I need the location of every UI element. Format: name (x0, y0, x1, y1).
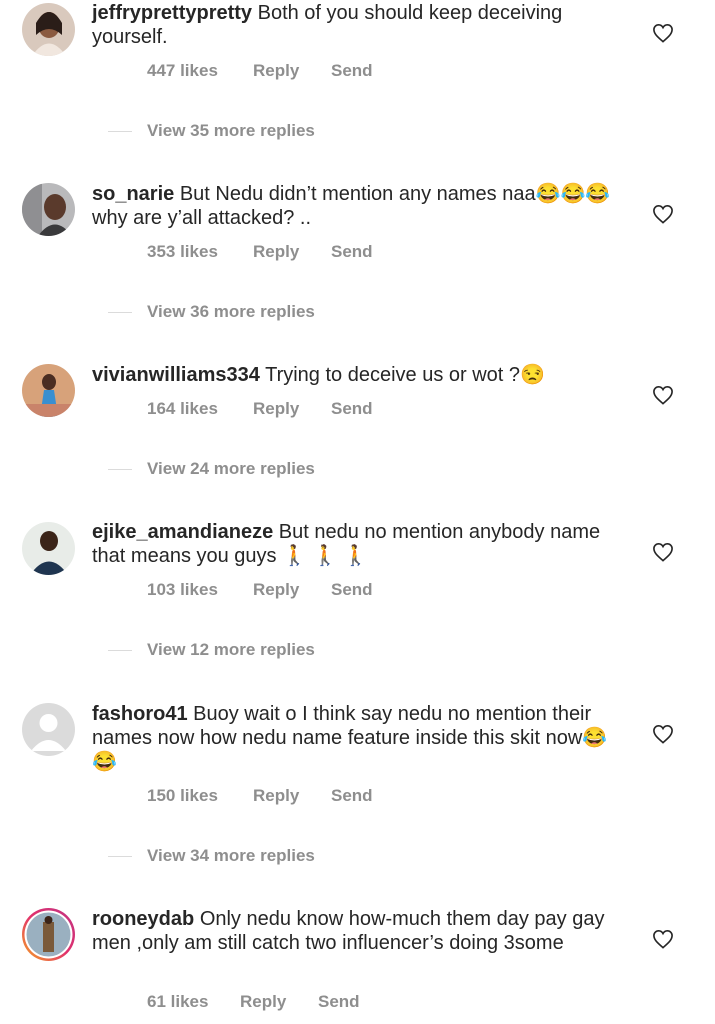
view-more-replies[interactable]: View 36 more replies (108, 302, 315, 322)
avatar[interactable] (22, 3, 75, 56)
heart-icon[interactable] (652, 204, 674, 224)
comment-username[interactable]: rooneydab (92, 908, 194, 930)
heart-icon[interactable] (652, 23, 674, 43)
heart-icon[interactable] (652, 724, 674, 744)
comment-text: jeffryprettypretty Both of you should ke… (92, 1, 632, 49)
comment-text: ejike_amandianeze But nedu no mention an… (92, 520, 632, 568)
view-replies-label[interactable]: View 36 more replies (147, 302, 315, 322)
heart-icon[interactable] (652, 929, 674, 949)
like-count[interactable]: 164 likes (147, 399, 218, 419)
view-replies-label[interactable]: View 24 more replies (147, 459, 315, 479)
send-button[interactable]: Send (331, 786, 373, 806)
replies-divider (108, 311, 132, 313)
view-more-replies[interactable]: View 35 more replies (108, 121, 315, 141)
comment-username[interactable]: ejike_amandianeze (92, 521, 273, 543)
view-more-replies[interactable]: View 12 more replies (108, 640, 315, 660)
avatar[interactable] (22, 522, 75, 575)
heart-icon[interactable] (652, 542, 674, 562)
comment-text: fashoro41 Buoy wait o I think say nedu n… (92, 702, 632, 774)
comment-text: rooneydab Only nedu know how-much them d… (92, 907, 632, 955)
replies-divider (108, 855, 132, 857)
reply-button[interactable]: Reply (240, 992, 286, 1012)
replies-divider (108, 649, 132, 651)
avatar[interactable] (22, 364, 75, 417)
reply-button[interactable]: Reply (253, 786, 299, 806)
like-count[interactable]: 447 likes (147, 61, 218, 81)
like-count[interactable]: 61 likes (147, 992, 208, 1012)
comment-text: so_narie But Nedu didn’t mention any nam… (92, 182, 632, 230)
view-replies-label[interactable]: View 35 more replies (147, 121, 315, 141)
replies-divider (108, 130, 132, 132)
like-count[interactable]: 150 likes (147, 786, 218, 806)
send-button[interactable]: Send (318, 992, 360, 1012)
send-button[interactable]: Send (331, 242, 373, 262)
send-button[interactable]: Send (331, 61, 373, 81)
avatar-story-ring[interactable] (22, 908, 75, 961)
avatar[interactable] (22, 703, 75, 756)
avatar[interactable] (22, 183, 75, 236)
view-more-replies[interactable]: View 34 more replies (108, 846, 315, 866)
send-button[interactable]: Send (331, 399, 373, 419)
view-more-replies[interactable]: View 24 more replies (108, 459, 315, 479)
view-replies-label[interactable]: View 12 more replies (147, 640, 315, 660)
send-button[interactable]: Send (331, 580, 373, 600)
view-replies-label[interactable]: View 34 more replies (147, 846, 315, 866)
reply-button[interactable]: Reply (253, 242, 299, 262)
reply-button[interactable]: Reply (253, 61, 299, 81)
like-count[interactable]: 103 likes (147, 580, 218, 600)
reply-button[interactable]: Reply (253, 580, 299, 600)
reply-button[interactable]: Reply (253, 399, 299, 419)
comment-body: Trying to deceive us or wot ?😒 (265, 364, 545, 386)
replies-divider (108, 468, 132, 470)
comment-username[interactable]: jeffryprettypretty (92, 2, 252, 24)
comment-text: vivianwilliams334 Trying to deceive us o… (92, 363, 632, 387)
heart-icon[interactable] (652, 385, 674, 405)
comment-username[interactable]: so_narie (92, 183, 174, 205)
like-count[interactable]: 353 likes (147, 242, 218, 262)
comment-username[interactable]: vivianwilliams334 (92, 364, 260, 386)
comment-username[interactable]: fashoro41 (92, 703, 188, 725)
